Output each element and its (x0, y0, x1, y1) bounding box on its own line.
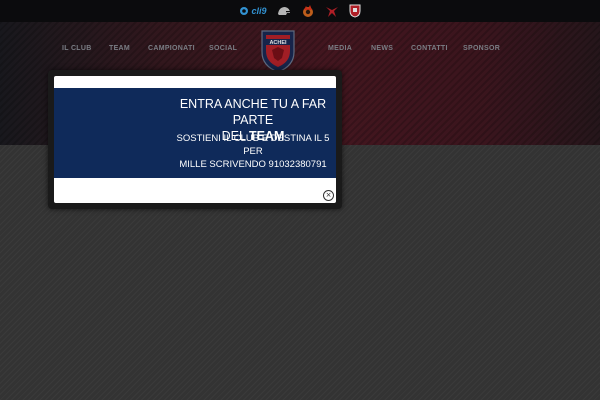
close-icon: × (325, 191, 332, 199)
close-button[interactable]: × (323, 190, 334, 201)
popup-body-line1: SOSTIENI IL CLUB E DESTINA IL 5 PER (176, 133, 330, 157)
popup-modal: ENTRA ANCHE TU A FAR PARTE DEL TEAM SOST… (48, 70, 342, 209)
popup-banner[interactable]: ENTRA ANCHE TU A FAR PARTE DEL TEAM SOST… (54, 88, 336, 178)
popup-content: ENTRA ANCHE TU A FAR PARTE DEL TEAM SOST… (54, 76, 336, 203)
popup-body-text: SOSTIENI IL CLUB E DESTINA IL 5 PER MILL… (168, 132, 336, 171)
popup-heading-line1: ENTRA ANCHE TU A FAR PARTE (179, 97, 327, 127)
popup-body-line2: MILLE SCRIVENDO 91032380791 (179, 159, 327, 170)
